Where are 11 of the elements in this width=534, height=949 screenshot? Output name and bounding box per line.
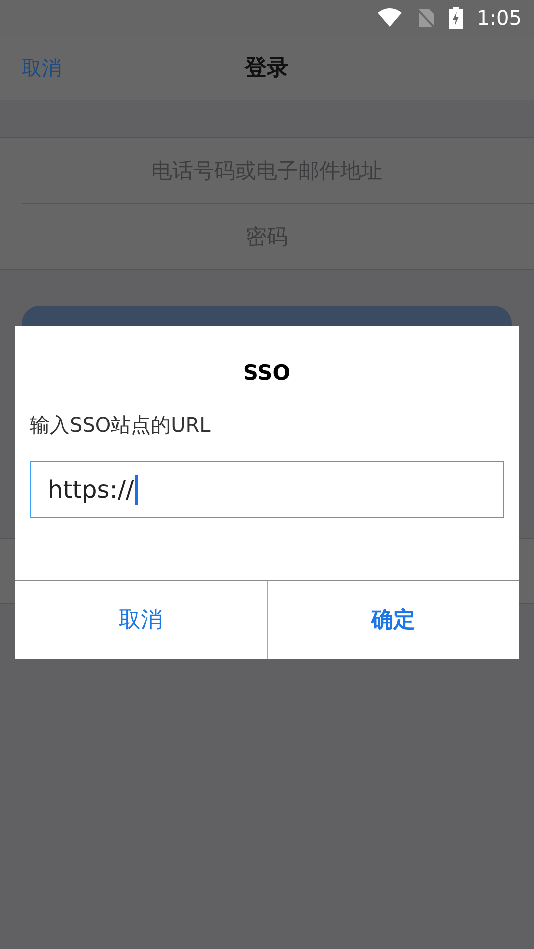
dialog-message: 输入SSO站点的URL xyxy=(30,412,212,439)
cancel-button[interactable]: 取消 xyxy=(15,581,266,659)
wifi-icon xyxy=(377,8,404,28)
confirm-button[interactable]: 确定 xyxy=(266,581,519,659)
dialog-title: SSO xyxy=(242,360,292,387)
url-field[interactable]: https:// xyxy=(30,461,504,518)
status-time: 1:05 xyxy=(477,5,522,32)
text-cursor-icon xyxy=(135,474,138,504)
no-sim-icon xyxy=(417,8,436,28)
battery-charging-icon xyxy=(449,7,464,29)
page-title: 登录 xyxy=(245,54,289,82)
